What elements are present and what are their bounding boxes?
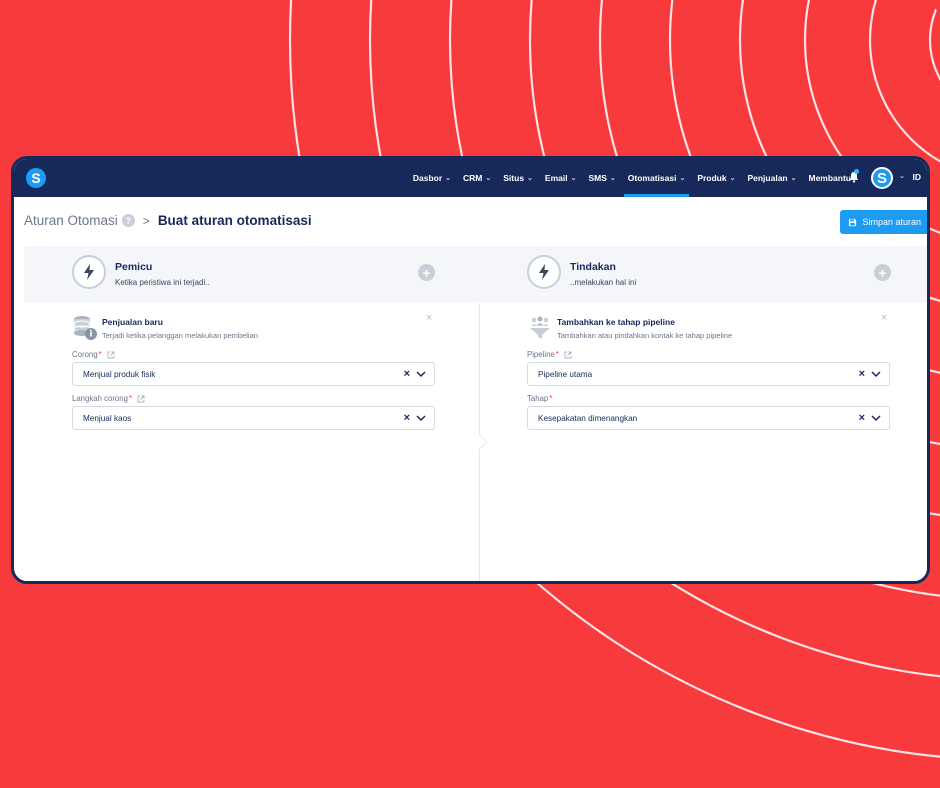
- pipeline-value: Pipeline utama: [538, 369, 593, 379]
- nav-label: Email: [544, 173, 568, 183]
- nav-label: Dasbor: [412, 173, 443, 183]
- save-rule-button[interactable]: Simpan aturan: [840, 210, 927, 234]
- funnel-step-label: Langkah corong *: [72, 394, 145, 403]
- help-icon[interactable]: ?: [121, 214, 135, 227]
- nav-email[interactable]: Email ⌄: [539, 159, 583, 197]
- nav-label: Produk: [697, 173, 727, 183]
- lightning-icon: [72, 255, 106, 289]
- chevron-down-icon: ⌄: [527, 175, 533, 182]
- top-navigation-bar: S Dasbor ⌄ CRM ⌄ Situs ⌄ Email ⌄ SMS ⌄ Otomat…: [14, 159, 927, 197]
- notification-dot: [854, 169, 859, 174]
- nav-label: Membantu: [808, 173, 852, 183]
- trigger-subtitle: Ketika peristiwa ini terjadi..: [115, 278, 210, 287]
- nav-produk[interactable]: Produk ⌄: [691, 159, 741, 197]
- clear-icon[interactable]: ×: [859, 412, 865, 424]
- remove-action-close-icon[interactable]: ×: [881, 312, 887, 324]
- chevron-down-icon[interactable]: [416, 370, 426, 378]
- external-link-icon[interactable]: [137, 395, 145, 403]
- clear-icon[interactable]: ×: [404, 412, 410, 424]
- required-marker: *: [128, 394, 132, 403]
- field-label-text: Tahap: [527, 394, 549, 403]
- chevron-down-icon[interactable]: [416, 414, 426, 422]
- action-item-title: Tambahkan ke tahap pipeline: [557, 317, 675, 327]
- breadcrumb-root-link[interactable]: Aturan Otomasi: [24, 213, 118, 228]
- chevron-down-icon: ⌄: [729, 175, 736, 182]
- action-header: Tindakan ..melakukan hal ini +: [479, 246, 927, 303]
- field-label-text: Corong: [72, 350, 98, 359]
- required-marker: *: [555, 350, 559, 359]
- pipeline-select[interactable]: Pipeline utama ×: [527, 362, 890, 386]
- chevron-down-icon: ⌄: [790, 175, 797, 182]
- external-link-icon[interactable]: [107, 351, 115, 359]
- app-window: S Dasbor ⌄ CRM ⌄ Situs ⌄ Email ⌄ SMS ⌄ Otomat…: [11, 156, 930, 584]
- floppy-disk-icon: [849, 218, 857, 226]
- nav-label: Otomatisasi: [627, 173, 677, 183]
- funnel-step-select[interactable]: Menjual kaos ×: [72, 406, 435, 430]
- rule-builder: Pemicu Ketika peristiwa ini terjadi.. + …: [24, 246, 927, 581]
- stage-select[interactable]: Kesepakatan dimenangkan ×: [527, 406, 890, 430]
- brand-logo[interactable]: S: [26, 168, 46, 188]
- coin-stack-icon: [73, 316, 97, 340]
- funnel-select[interactable]: Menjual produk fisik ×: [72, 362, 435, 386]
- pipeline-users-icon: [530, 316, 550, 339]
- main-nav: Dasbor ⌄ CRM ⌄ Situs ⌄ Email ⌄ SMS ⌄ Otomatis…: [407, 159, 857, 197]
- nav-otomatisasi[interactable]: Otomatisasi ⌄: [622, 159, 692, 197]
- field-label-text: Langkah corong: [72, 394, 128, 403]
- nav-crm[interactable]: CRM ⌄: [457, 159, 497, 197]
- chevron-down-icon[interactable]: [871, 370, 881, 378]
- nav-label: Situs: [503, 173, 525, 183]
- breadcrumb: Aturan Otomasi ? > Buat aturan otomatisa…: [24, 213, 312, 228]
- required-marker: *: [98, 350, 102, 359]
- language-switcher[interactable]: ID: [913, 172, 922, 182]
- remove-trigger-close-icon[interactable]: ×: [426, 312, 432, 324]
- trigger-item-title: Penjualan baru: [102, 317, 163, 327]
- chevron-down-icon: ⌄: [679, 175, 686, 182]
- trigger-title: Pemicu: [115, 261, 153, 273]
- background-card: S Dasbor ⌄ CRM ⌄ Situs ⌄ Email ⌄ SMS ⌄ Otomat…: [0, 0, 940, 788]
- external-link-icon[interactable]: [564, 351, 572, 359]
- nav-label: SMS: [588, 173, 607, 183]
- save-rule-label: Simpan aturan: [862, 217, 921, 227]
- chevron-down-icon: ⌄: [445, 175, 452, 182]
- funnel-label: Corong *: [72, 350, 115, 359]
- action-item-subtitle: Tambahkan atau pindahkan kontak ke tahap…: [557, 331, 733, 340]
- nav-situs[interactable]: Situs ⌄: [497, 159, 539, 197]
- clear-icon[interactable]: ×: [859, 368, 865, 380]
- chevron-down-icon: ⌄: [609, 175, 616, 182]
- chevron-down-icon: ⌄: [570, 175, 577, 182]
- funnel-step-value: Menjual kaos: [83, 413, 132, 423]
- avatar[interactable]: S: [871, 167, 893, 189]
- nav-penjualan[interactable]: Penjualan ⌄: [741, 159, 802, 197]
- chevron-down-icon[interactable]: ⌄: [899, 172, 905, 180]
- chevron-down-icon[interactable]: [871, 414, 881, 422]
- lightning-icon: [527, 255, 561, 289]
- add-trigger-button[interactable]: +: [418, 264, 435, 281]
- action-title: Tindakan: [570, 261, 616, 273]
- nav-dasbor[interactable]: Dasbor ⌄: [407, 159, 457, 197]
- field-label-text: Pipeline: [527, 350, 555, 359]
- stage-label: Tahap *: [527, 394, 552, 403]
- action-subtitle: ..melakukan hal ini: [570, 278, 637, 287]
- trigger-header: Pemicu Ketika peristiwa ini terjadi.. +: [24, 246, 479, 303]
- add-action-button[interactable]: +: [874, 264, 891, 281]
- nav-sms[interactable]: SMS ⌄: [582, 159, 621, 197]
- breadcrumb-separator-icon: >: [142, 213, 150, 228]
- nav-label: Penjualan: [747, 173, 788, 183]
- clear-icon[interactable]: ×: [404, 368, 410, 380]
- stage-value: Kesepakatan dimenangkan: [538, 413, 638, 423]
- nav-label: CRM: [463, 173, 483, 183]
- flow-arrow: [470, 433, 488, 451]
- funnel-value: Menjual produk fisik: [83, 369, 156, 379]
- page-title: Buat aturan otomatisasi: [157, 213, 312, 228]
- chevron-down-icon: ⌄: [485, 175, 492, 182]
- required-marker: *: [549, 394, 553, 403]
- trigger-item-subtitle: Terjadi ketika pelanggan melakukan pembe…: [102, 331, 258, 340]
- pipeline-label: Pipeline *: [527, 350, 572, 359]
